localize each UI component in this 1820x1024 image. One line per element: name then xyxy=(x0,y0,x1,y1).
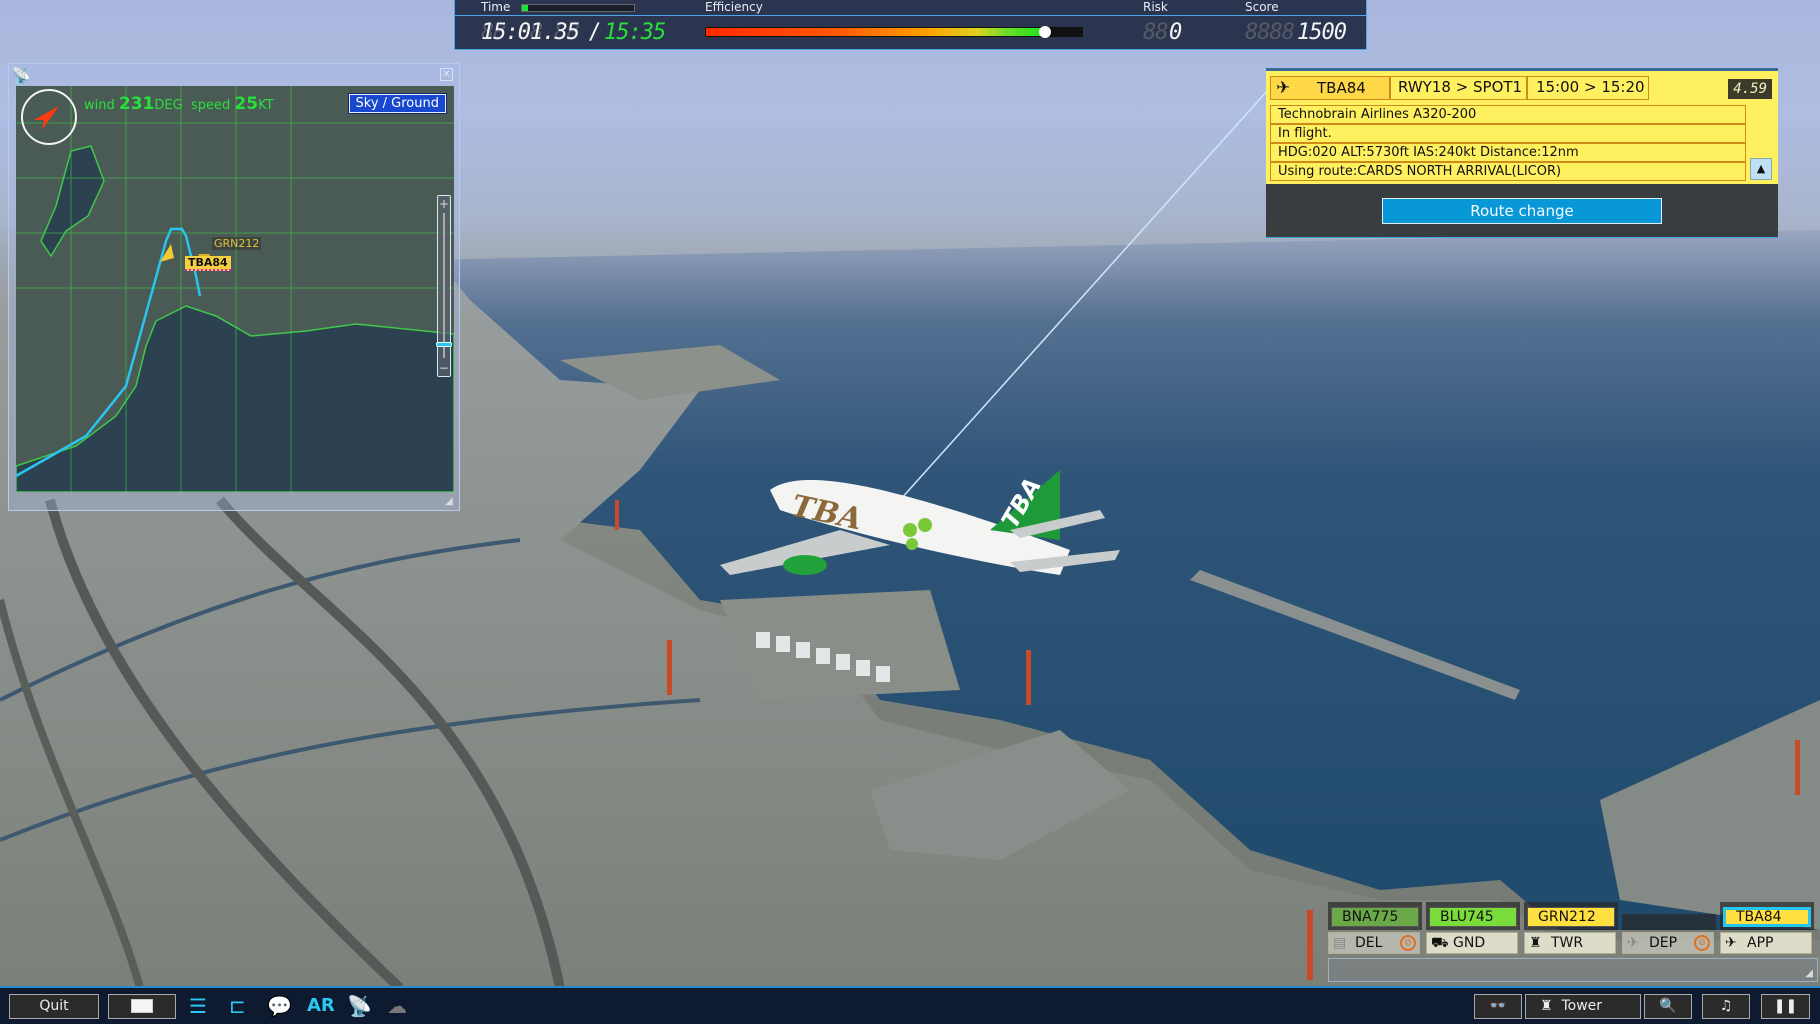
music-button[interactable]: ♫ xyxy=(1702,994,1750,1019)
radar-dish-icon: 📡 xyxy=(11,66,31,85)
strip-tba84[interactable]: TBA84 xyxy=(1723,907,1811,927)
wind-direction-unit: DEG xyxy=(154,98,183,113)
resize-grip-icon[interactable]: ◢ xyxy=(445,496,457,508)
tower-icon: ♜ xyxy=(1529,935,1542,951)
flight-strip-bay: BNA775 BLU745 GRN212 TBA84 ▤ DEL ⊘ ⛟ GND… xyxy=(1328,902,1818,984)
wind-speed-unit: KT xyxy=(258,98,274,113)
speed-label: speed xyxy=(190,98,231,113)
current-time: 15:01.35 xyxy=(481,20,580,45)
score-label: Score xyxy=(1245,0,1279,14)
route-cell: RWY18 > SPOT1 xyxy=(1390,76,1527,100)
risk-value: 0 xyxy=(1169,20,1182,45)
position-app-label: APP xyxy=(1747,935,1774,951)
score-ghost-digits: 8888 xyxy=(1245,20,1295,45)
zoom-out-icon[interactable]: − xyxy=(438,362,450,374)
time-progress-bar xyxy=(521,4,635,12)
binoculars-icon: 👓 xyxy=(1489,998,1507,1014)
flight-info-panel: ✈ TBA84 RWY18 > SPOT1 15:00 > 15:20 4.59… xyxy=(1266,68,1778,238)
tower-label: Tower xyxy=(1561,998,1603,1014)
window-icon xyxy=(131,999,153,1013)
binoculars-button[interactable]: 👓 xyxy=(1474,994,1522,1019)
wind-readout: wind 231DEG speed 25KT xyxy=(84,94,274,114)
strips-icon[interactable]: ☰ xyxy=(189,993,207,1019)
status-hud: Time 88:88.88 15:01.35 / 15:35 Efficienc… xyxy=(454,0,1367,50)
departure-plane-icon: ✈ xyxy=(1627,935,1639,951)
zoom-thumb[interactable] xyxy=(436,342,452,348)
tba84-label[interactable]: TBA84 xyxy=(185,256,231,271)
position-app-button[interactable]: ✈ APP xyxy=(1720,932,1812,954)
radar-dish-icon[interactable]: 📡 xyxy=(347,993,372,1019)
strip-blu745[interactable]: BLU745 xyxy=(1429,907,1517,927)
search-icon: 🔍 xyxy=(1659,998,1677,1014)
aircraft-type-row: Technobrain Airlines A320-200 xyxy=(1270,105,1746,124)
pause-button[interactable]: ❚❚ xyxy=(1761,994,1810,1019)
strip-board[interactable]: ◢ xyxy=(1328,958,1818,982)
radar-minimap[interactable]: 📡 ✕ TBA84 GRN212 wind 231DEG speed 25KT … xyxy=(8,63,460,511)
map-view[interactable]: TBA84 GRN212 wind 231DEG speed 25KT Sky … xyxy=(16,86,454,492)
position-gnd-label: GND xyxy=(1453,935,1486,951)
position-gnd-button[interactable]: ⛟ GND xyxy=(1426,932,1518,954)
risk-ghost-digits: 88 xyxy=(1143,20,1168,45)
no-comm-icon: ⊘ xyxy=(1400,935,1416,951)
time-label: Time xyxy=(481,0,511,14)
time-separator: / xyxy=(588,20,601,45)
ground-vehicle-icon: ⛟ xyxy=(1431,935,1449,951)
resize-grip-icon[interactable]: ◢ xyxy=(1805,968,1813,979)
score-value: 1500 xyxy=(1297,20,1347,45)
wind-label: wind xyxy=(84,98,115,113)
no-comm-icon: ⊘ xyxy=(1694,935,1710,951)
time-progress-fill xyxy=(522,5,528,11)
search-button[interactable]: 🔍 xyxy=(1644,994,1692,1019)
strip-slot-dep xyxy=(1622,914,1716,930)
efficiency-fill xyxy=(706,28,1045,36)
tower-view-button[interactable]: ♜ Tower xyxy=(1525,994,1641,1019)
chat-icon[interactable]: 💬 xyxy=(267,993,292,1019)
map-zoom-slider[interactable]: + − xyxy=(436,195,452,377)
position-dep-label: DEP xyxy=(1649,935,1678,951)
collapse-button[interactable]: ▲ xyxy=(1750,158,1772,180)
close-icon[interactable]: ✕ xyxy=(440,68,453,81)
risk-label: Risk xyxy=(1143,0,1168,14)
zoom-track[interactable] xyxy=(443,213,445,358)
schedule-cell: 15:00 > 15:20 xyxy=(1527,76,1649,100)
position-del-label: DEL xyxy=(1355,935,1383,951)
clipboard-icon: ▤ xyxy=(1333,935,1347,951)
position-twr-label: TWR xyxy=(1551,935,1584,951)
route-row: Using route:CARDS NORTH ARRIVAL(LICOR) xyxy=(1270,162,1746,181)
fullscreen-button[interactable] xyxy=(108,994,176,1019)
ar-button[interactable]: AR xyxy=(307,993,335,1019)
aircraft-icon: ✈ xyxy=(1276,78,1291,98)
quit-button[interactable]: Quit xyxy=(9,994,99,1019)
pause-icon: ❚❚ xyxy=(1773,998,1798,1014)
wind-direction: 231 xyxy=(118,94,155,114)
arrival-plane-icon: ✈ xyxy=(1725,935,1737,951)
efficiency-bar xyxy=(705,27,1083,37)
flight-params-row: HDG:020 ALT:5730ft IAS:240kt Distance:12… xyxy=(1270,143,1746,162)
strip-bna775[interactable]: BNA775 xyxy=(1331,907,1419,927)
sky-ground-toggle[interactable]: Sky / Ground xyxy=(347,93,448,114)
strip-grn212[interactable]: GRN212 xyxy=(1527,907,1615,927)
flight-info-body: ✈ TBA84 RWY18 > SPOT1 15:00 > 15:20 4.59… xyxy=(1266,71,1778,184)
callsign: TBA84 xyxy=(1317,79,1366,97)
status-row: In flight. xyxy=(1270,124,1746,143)
efficiency-label: Efficiency xyxy=(705,0,763,14)
end-time: 15:35 xyxy=(604,20,666,45)
bottom-toolbar: Quit ☰ ⊏ 💬 AR 📡 ☁ 👓 ♜ Tower 🔍 ♫ ❚❚ xyxy=(0,986,1820,1024)
wind-speed: 25 xyxy=(234,94,259,114)
position-del-button[interactable]: ▤ DEL ⊘ xyxy=(1328,932,1420,954)
map-graphics xyxy=(16,86,454,492)
countdown-timer: 4.59 xyxy=(1728,79,1772,99)
position-twr-button[interactable]: ♜ TWR xyxy=(1524,932,1616,954)
weather-icon[interactable]: ☁ xyxy=(387,993,407,1019)
grn212-label[interactable]: GRN212 xyxy=(212,237,262,250)
position-dep-button[interactable]: ✈ DEP ⊘ xyxy=(1622,932,1714,954)
music-icon: ♫ xyxy=(1719,998,1733,1014)
callsign-cell[interactable]: ✈ TBA84 xyxy=(1270,76,1390,100)
route-change-button[interactable]: Route change xyxy=(1382,198,1662,224)
zoom-in-icon[interactable]: + xyxy=(438,198,450,210)
tower-icon: ♜ xyxy=(1540,998,1553,1014)
runway-icon[interactable]: ⊏ xyxy=(229,993,246,1019)
